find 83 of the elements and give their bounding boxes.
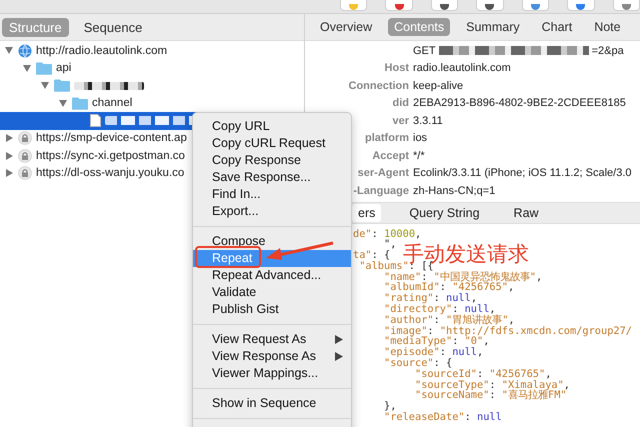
- tab[interactable]: Raw: [508, 204, 545, 222]
- header-name: -Language: [352, 184, 409, 197]
- code-line: "sourceId": "4256765",: [414, 368, 552, 380]
- code-line: "releaseDate": null: [382, 412, 502, 423]
- toolbar-button[interactable]: [567, 0, 595, 11]
- folder-icon: [36, 62, 52, 75]
- menu-item[interactable]: Validate: [193, 284, 351, 301]
- menu-item[interactable]: Copy URL: [193, 118, 351, 135]
- tab[interactable]: Query String: [403, 204, 486, 222]
- file-icon: [90, 114, 101, 128]
- highlight-box: [195, 246, 261, 268]
- tree-item[interactable]: channel: [0, 94, 304, 112]
- header-name: ser-Agent: [356, 167, 409, 180]
- menu-item[interactable]: Save Response...: [193, 169, 351, 186]
- header-value: zh-Hans-CN;q=1: [413, 184, 496, 197]
- code-line: "image": "http://fdfs.xmcdn.com/group27/: [382, 326, 632, 336]
- tab[interactable]: ers: [352, 204, 382, 222]
- code-line: ",: [382, 239, 396, 250]
- code-line: },: [382, 401, 396, 412]
- globe-icon: [18, 44, 32, 58]
- menu-item[interactable]: Copy Response: [193, 152, 351, 169]
- header-value: radio.leautolink.com: [413, 62, 511, 74]
- toolbar-button[interactable]: [385, 0, 413, 11]
- tab[interactable]: Overview: [314, 18, 378, 36]
- arrow-icon: [266, 242, 334, 260]
- code-line: "albumId": "4256765",: [382, 282, 514, 294]
- header-value: ios: [413, 132, 428, 144]
- tree-item[interactable]: http://radio.leautolink.com: [0, 42, 304, 60]
- menu-item[interactable]: Copy cURL Request: [193, 135, 351, 152]
- code-line: "rating": null,: [382, 293, 478, 304]
- menu-item[interactable]: Export...: [193, 203, 351, 220]
- redacted-text: [74, 82, 144, 90]
- header-value: */*: [413, 150, 425, 162]
- header-name: Host: [384, 62, 409, 74]
- menu-item[interactable]: Viewer Mappings...: [193, 365, 351, 382]
- header-name: Connection: [348, 80, 409, 92]
- code-line: "episode": null,: [382, 347, 484, 358]
- lock-icon: [18, 166, 32, 180]
- triangle-down-icon[interactable]: [41, 82, 49, 90]
- triangle-right-icon[interactable]: [6, 152, 12, 160]
- code-line: "sourceName": "喜马拉雅FM": [414, 390, 567, 402]
- menu-item[interactable]: Repeat Advanced...: [193, 267, 351, 284]
- menu-item[interactable]: View Response As: [193, 348, 351, 365]
- header-value: Ecolink/3.3.11 (iPhone; iOS 11.1.2; Scale/3.0: [413, 167, 632, 180]
- menu-item[interactable]: Find In...: [193, 186, 351, 203]
- header-value: 2EBA2913-B896-4802-9BE2-2CDEEE8185: [413, 97, 626, 110]
- code-line: de": 10000,: [353, 228, 422, 240]
- triangle-right-icon[interactable]: [6, 169, 12, 178]
- code-line: ta": {: [353, 250, 390, 261]
- code-line: "mediaType": "0",: [382, 336, 490, 348]
- header-value: =2&pa: [592, 44, 624, 57]
- code-line: "source": {: [382, 358, 452, 369]
- folder-icon: [72, 96, 88, 110]
- header-value: GET: [413, 44, 436, 57]
- code-line: "sourceType": "Ximalaya",: [414, 380, 570, 390]
- tab[interactable]: Note: [588, 18, 627, 36]
- menu-item[interactable]: Publish Gist: [193, 301, 351, 318]
- code-line: "directory": null,: [382, 304, 496, 315]
- code-line: "author": "胃旭讲故事",: [382, 314, 515, 326]
- header-value: 3.3.11: [413, 114, 443, 127]
- triangle-right-icon[interactable]: [6, 134, 12, 142]
- menu-item[interactable]: Compose: [193, 233, 351, 250]
- menu-item[interactable]: Show in Sequence: [193, 395, 351, 412]
- triangle-down-icon[interactable]: [5, 47, 13, 54]
- header-name: did: [392, 97, 409, 110]
- code-line: "name": "中国灵异恐怖鬼故事",: [382, 272, 542, 282]
- toolbar-button[interactable]: [612, 0, 640, 11]
- lock-icon: [18, 148, 32, 163]
- header-name: Accept: [371, 150, 409, 162]
- tab[interactable]: Chart: [536, 18, 578, 36]
- tree-item[interactable]: api: [0, 60, 304, 77]
- toolbar-button[interactable]: [476, 0, 504, 11]
- triangle-down-icon[interactable]: [59, 100, 67, 107]
- tab[interactable]: Summary: [460, 18, 526, 36]
- tab[interactable]: Sequence: [76, 18, 150, 36]
- toolbar-button[interactable]: [522, 0, 550, 11]
- menu-item[interactable]: View Request As: [193, 331, 351, 348]
- folder-icon: [54, 79, 70, 92]
- triangle-down-icon[interactable]: [23, 64, 31, 72]
- header-value: keep-alive: [413, 80, 464, 92]
- toolbar-button[interactable]: [430, 0, 458, 11]
- lock-icon: [18, 131, 32, 146]
- header-name: ver: [391, 114, 409, 127]
